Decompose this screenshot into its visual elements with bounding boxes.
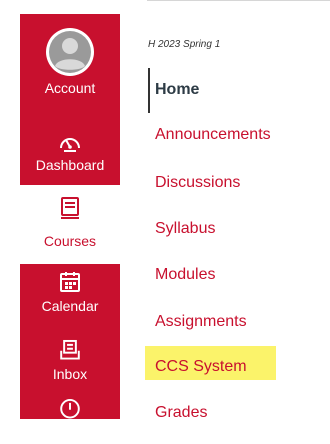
global-nav-inbox[interactable]: Inbox bbox=[20, 324, 120, 419]
nav-label-dashboard: Dashboard bbox=[35, 157, 105, 173]
course-nav-grades[interactable]: Grades bbox=[155, 403, 207, 423]
courses-book-icon bbox=[61, 197, 79, 219]
nav-label-calendar: Calendar bbox=[41, 298, 99, 314]
course-term-label: H 2023 Spring 1 bbox=[148, 39, 221, 50]
course-nav-assignments[interactable]: Assignments bbox=[155, 312, 247, 332]
nav-label-courses: Courses bbox=[43, 233, 97, 249]
global-nav-account[interactable]: Account bbox=[20, 14, 120, 105]
course-nav-home[interactable]: Home bbox=[155, 80, 199, 100]
course-nav-syllabus[interactable]: Syllabus bbox=[155, 219, 215, 239]
global-nav-courses[interactable]: Courses bbox=[20, 185, 120, 264]
top-divider bbox=[147, 0, 330, 1]
history-clock-icon bbox=[60, 398, 80, 419]
calendar-icon bbox=[60, 272, 80, 292]
inbox-icon bbox=[60, 339, 80, 360]
course-nav-announcements[interactable]: Announcements bbox=[155, 125, 271, 145]
course-nav-discussions[interactable]: Discussions bbox=[155, 173, 240, 193]
global-nav-dashboard[interactable]: Dashboard bbox=[20, 105, 120, 185]
course-nav-ccs-system[interactable]: CCS System bbox=[155, 357, 247, 377]
active-indicator bbox=[148, 68, 150, 113]
global-nav-calendar[interactable]: Calendar bbox=[20, 264, 120, 324]
global-nav-gutter bbox=[0, 0, 20, 444]
account-avatar-icon bbox=[46, 28, 94, 76]
nav-label-account: Account bbox=[44, 80, 96, 96]
nav-label-inbox: Inbox bbox=[52, 365, 88, 382]
course-nav-modules[interactable]: Modules bbox=[155, 265, 215, 285]
dashboard-gauge-icon bbox=[60, 138, 80, 152]
